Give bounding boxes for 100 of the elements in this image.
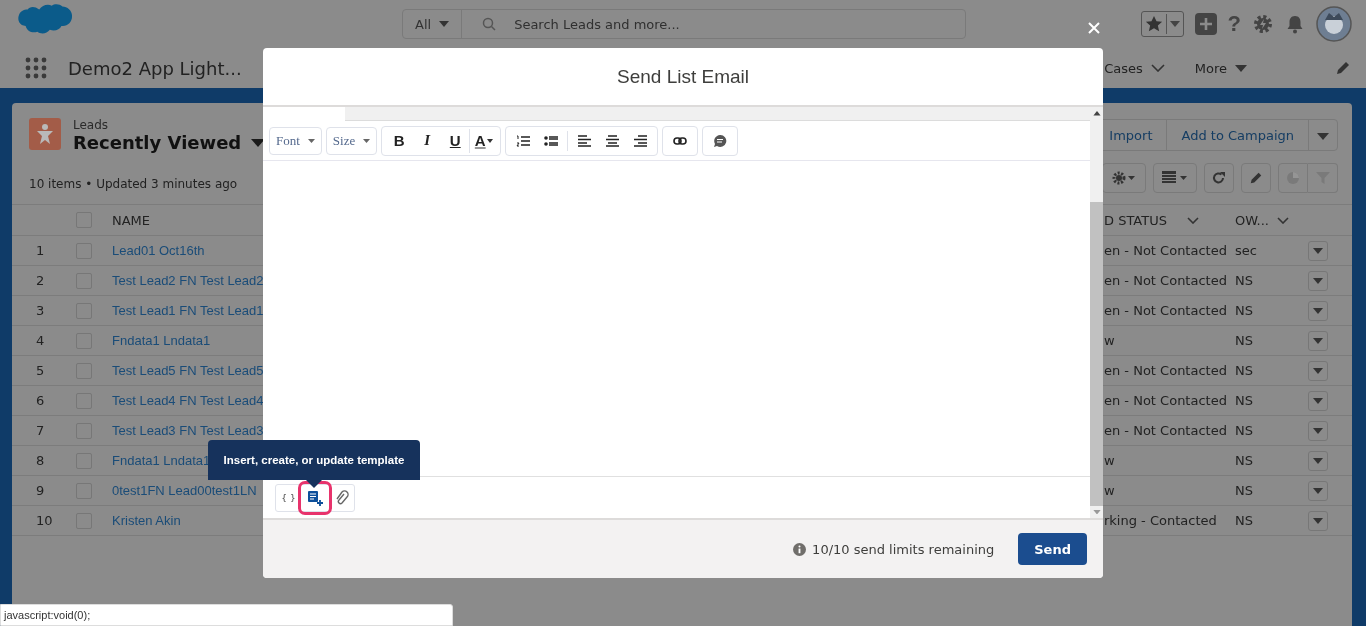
table-icon — [1162, 171, 1188, 185]
avatar-icon[interactable] — [1316, 6, 1352, 42]
align-center-icon — [605, 134, 619, 147]
caret-icon — [363, 138, 371, 143]
speech-bubble-icon — [713, 133, 728, 148]
refresh-button[interactable] — [1204, 163, 1234, 193]
bulleted-list-icon — [544, 134, 559, 147]
send-button[interactable]: Send — [1018, 533, 1087, 565]
caret-icon — [307, 138, 315, 143]
caret-icon — [486, 138, 493, 143]
size-dropdown[interactable]: Size — [325, 126, 378, 155]
table-cell-text: NS — [1235, 303, 1254, 318]
format-button[interactable]: I — [413, 128, 442, 153]
close-icon[interactable] — [1088, 22, 1100, 34]
caret-icon — [1313, 367, 1323, 374]
caret-icon — [1313, 307, 1323, 314]
table-cell-text: NS — [1235, 423, 1254, 438]
table-cell-text: NS — [1235, 273, 1254, 288]
row-number: 9 — [35, 483, 46, 498]
column-header[interactable]: D STATUS — [1100, 212, 1235, 228]
edit-button[interactable] — [1241, 163, 1271, 193]
favorites-button[interactable] — [1140, 11, 1184, 37]
chevron-down-icon — [1277, 216, 1289, 224]
pie-chart-icon — [1286, 171, 1300, 185]
paperclip-icon — [334, 489, 349, 506]
caret-icon — [1313, 337, 1323, 344]
pencil-icon[interactable] — [1335, 60, 1351, 76]
format-button[interactable]: A — [469, 128, 498, 153]
row-actions-button[interactable] — [1308, 510, 1328, 531]
status-bar: javascript:void(0); — [0, 604, 453, 626]
table-cell-text: NS — [1235, 483, 1254, 498]
row-number: 8 — [35, 453, 46, 468]
row-number: 3 — [35, 303, 46, 318]
scroll-up-arrow-icon — [1092, 111, 1101, 116]
row-actions-button[interactable] — [1308, 330, 1328, 351]
table-cell-text: w — [1103, 483, 1116, 498]
send-limits-text: 10/10 send limits remaining — [812, 541, 995, 557]
document-plus-icon — [307, 489, 323, 506]
row-actions-button[interactable] — [1308, 240, 1328, 261]
link-icon — [673, 136, 688, 145]
row-actions-button[interactable] — [1308, 450, 1328, 471]
list-view-picker[interactable]: Recently Viewed — [73, 132, 266, 153]
display-as-button[interactable] — [1153, 163, 1197, 193]
table-cell-text: NS — [1235, 453, 1254, 468]
font-dropdown[interactable]: Font — [269, 126, 322, 155]
refresh-icon — [1212, 171, 1226, 185]
nav-tab[interactable]: More — [1194, 60, 1247, 76]
chevron-down-icon — [1186, 216, 1199, 224]
table-cell-text: en - Not Contacted — [1103, 303, 1228, 318]
search-field[interactable]: Search Leads and more... — [512, 15, 965, 33]
help-button[interactable]: ? — [1227, 11, 1241, 37]
caret-icon — [439, 21, 450, 27]
table-cell-text: en - Not Contacted — [1103, 363, 1228, 378]
row-number: 2 — [35, 273, 46, 288]
caret-icon — [1313, 487, 1323, 494]
table-cell-text: en - Not Contacted — [1103, 273, 1228, 288]
row-number: 6 — [35, 393, 46, 408]
align-right-icon — [633, 134, 647, 147]
caret-icon — [1313, 247, 1323, 254]
table-cell-text: NS — [1235, 513, 1254, 528]
row-actions-button[interactable] — [1308, 480, 1328, 501]
format-button[interactable]: U — [441, 128, 470, 153]
lead-icon — [29, 118, 61, 150]
scrollbar[interactable] — [1090, 107, 1103, 518]
row-actions-button[interactable] — [1308, 360, 1328, 381]
scroll-down-arrow-icon — [1092, 509, 1101, 514]
row-number: 10 — [35, 513, 54, 528]
table-cell-text: en - Not Contacted — [1103, 423, 1228, 438]
caret-icon — [1235, 64, 1247, 72]
table-cell-text: NS — [1235, 393, 1254, 408]
action-button[interactable]: Add to Campaign — [1166, 120, 1308, 150]
info-icon — [793, 542, 807, 556]
dialog-title: Send List Email — [617, 65, 749, 88]
add-icon[interactable] — [1194, 13, 1217, 35]
caret-icon — [1313, 397, 1323, 404]
action-button[interactable]: Import — [1095, 120, 1167, 150]
row-number: 7 — [35, 423, 46, 438]
search-bar[interactable]: All Search Leads and more... — [402, 9, 966, 39]
row-actions-button[interactable] — [1308, 390, 1328, 411]
table-cell-text: rking - Contacted — [1103, 513, 1218, 528]
settings-icon[interactable] — [1252, 13, 1274, 35]
table-cell-text: en - Not Contacted — [1103, 243, 1228, 258]
row-actions-button[interactable] — [1308, 420, 1328, 441]
align-left-icon — [577, 134, 591, 147]
caret-icon — [1169, 21, 1180, 27]
app-name: Demo2 App Light... — [68, 57, 242, 79]
caret-icon — [1313, 517, 1323, 524]
search-scope-dropdown[interactable]: All — [403, 10, 463, 38]
row-actions-button[interactable] — [1308, 300, 1328, 321]
nav-tab[interactable]: Cases — [1104, 60, 1165, 76]
caret-icon — [1313, 277, 1323, 284]
bell-icon[interactable] — [1285, 14, 1305, 34]
app-launcher-icon[interactable] — [25, 57, 47, 79]
row-actions-button[interactable] — [1308, 270, 1328, 291]
caret-icon — [1313, 457, 1323, 464]
format-button[interactable]: B — [385, 128, 414, 153]
list-meta: 10 items • Updated 3 minutes ago — [28, 177, 238, 191]
caret-icon — [1317, 132, 1329, 140]
object-label: Leads — [73, 118, 110, 132]
column-header[interactable]: OW... — [1235, 212, 1305, 228]
